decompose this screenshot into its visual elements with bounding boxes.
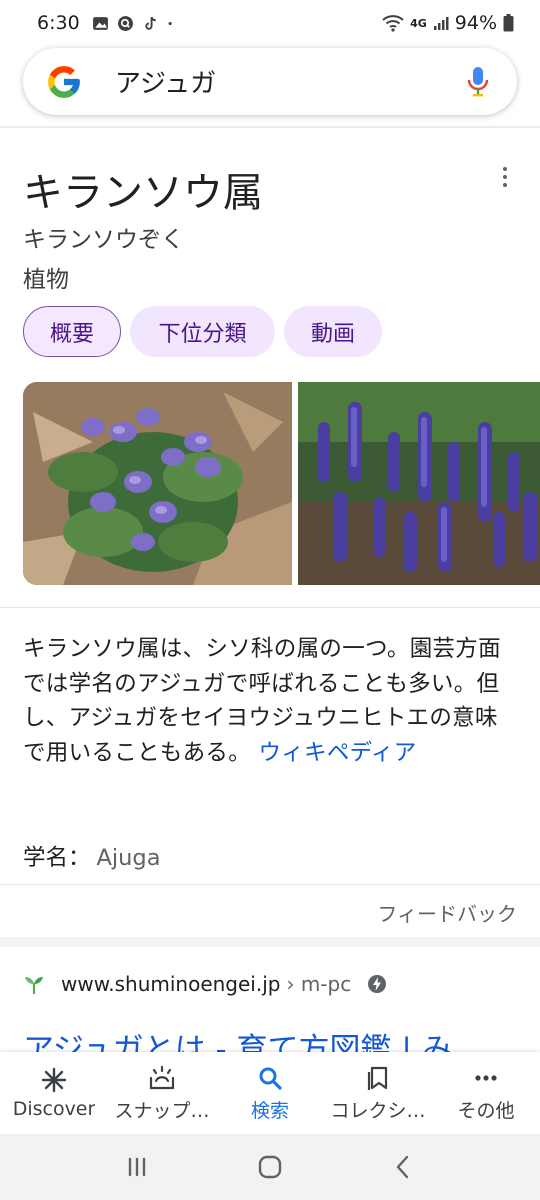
collections-icon [367, 1066, 388, 1090]
battery-percent: 94% [454, 12, 497, 34]
sprout-favicon-icon [25, 977, 43, 994]
battery-icon [503, 14, 514, 32]
status-time: 6:30 [37, 12, 80, 34]
asterisk-icon [41, 1067, 67, 1093]
more-options-icon[interactable] [494, 164, 516, 190]
status-bar: 6:30 4G 94% [0, 0, 540, 46]
snapshot-icon [149, 1065, 175, 1089]
status-right: 4G 94% [382, 12, 514, 34]
amp-lightning-icon [368, 975, 387, 993]
result-path: › m-pc [286, 972, 352, 996]
google-logo-icon[interactable] [45, 63, 83, 101]
search-bar[interactable]: アジュガ [23, 48, 517, 115]
search-query[interactable]: アジュガ [115, 63, 465, 100]
nav-snapshot-label: スナップ… [114, 1099, 210, 1122]
nav-discover[interactable]: Discover [0, 1052, 108, 1134]
section-gap [0, 937, 540, 947]
ajuga-plant-image-1[interactable] [23, 382, 292, 585]
section-divider [0, 884, 540, 885]
network-type: 4G [410, 16, 427, 30]
scientific-name-value: Ajuga [96, 845, 161, 871]
knowledge-panel-type: 植物 [23, 267, 69, 293]
ajuga-plant-image-2[interactable] [298, 382, 540, 585]
nav-search-label: 検索 [250, 1099, 289, 1122]
wifi-icon [382, 15, 404, 32]
microphone-icon[interactable] [465, 65, 491, 99]
nav-collections-label: コレクシ… [330, 1099, 426, 1122]
nav-snapshot[interactable]: スナップ… [108, 1052, 216, 1134]
header-divider [0, 126, 540, 128]
signal-icon [433, 17, 449, 30]
search-app-icon [117, 15, 133, 31]
recent-apps-icon[interactable] [122, 1152, 152, 1182]
chip-overview[interactable]: 概要 [23, 306, 121, 357]
tiktok-icon [145, 16, 156, 30]
wikipedia-link[interactable]: ウィキペディア [258, 740, 416, 766]
scientific-name-label: 学名： [23, 845, 91, 871]
search-icon [259, 1067, 282, 1090]
chip-videos[interactable]: 動画 [284, 306, 382, 357]
scientific-name-row: 学名： Ajuga [23, 840, 161, 872]
notification-dot-icon [168, 21, 172, 25]
gallery-icon [92, 16, 108, 30]
nav-search[interactable]: 検索 [216, 1052, 324, 1134]
section-divider [0, 607, 540, 608]
nav-more[interactable]: その他 [432, 1052, 540, 1134]
feedback-link[interactable]: フィードバック [377, 898, 517, 927]
result-domain: www.shuminoengei.jp [61, 972, 281, 996]
nav-discover-label: Discover [12, 1098, 96, 1120]
knowledge-panel-reading: キランソウぞく [23, 227, 184, 253]
back-icon[interactable] [388, 1152, 418, 1182]
nav-more-label: その他 [457, 1099, 515, 1122]
chip-subclassification[interactable]: 下位分類 [130, 306, 275, 357]
system-navigation-bar [0, 1134, 540, 1200]
image-carousel[interactable] [23, 382, 540, 585]
nav-collections[interactable]: コレクシ… [324, 1052, 432, 1134]
result-site[interactable]: www.shuminoengei.jp › m-pc [23, 972, 387, 996]
bottom-navigation: Discover スナップ… 検索 コレクシ… その他 [0, 1052, 540, 1134]
knowledge-panel-description: キランソウ属は、シソ科の属の一つ。園芸方面では学名のアジュガで呼ばれることも多い… [23, 632, 518, 770]
topic-chips: 概要 下位分類 動画 [23, 306, 382, 357]
home-icon[interactable] [255, 1152, 285, 1182]
more-icon [475, 1074, 497, 1081]
knowledge-panel-title: キランソウ属 [23, 170, 263, 216]
